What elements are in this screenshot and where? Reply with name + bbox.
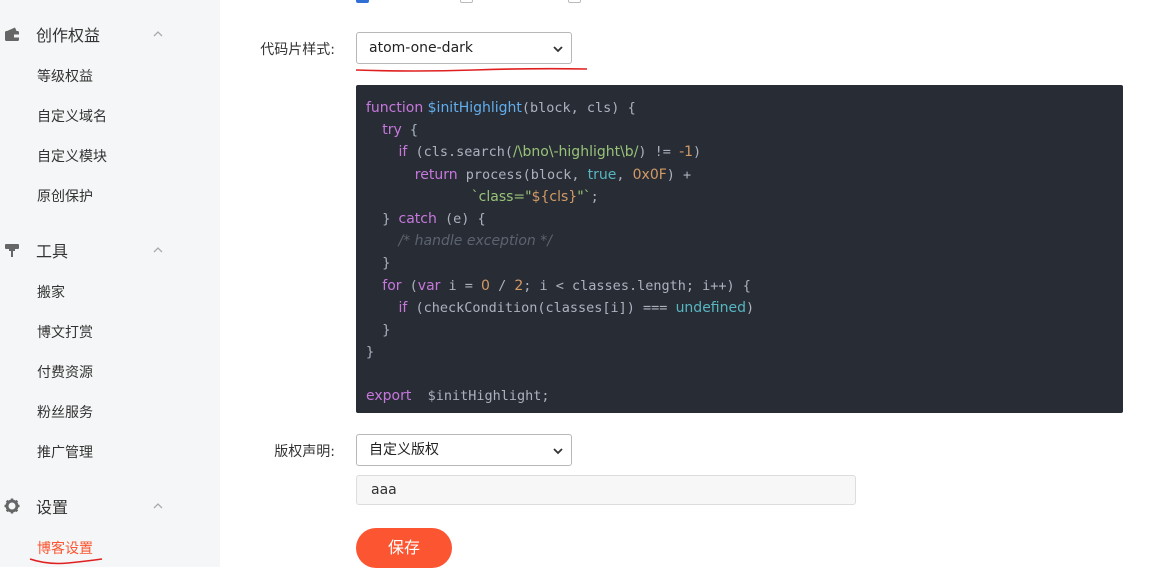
code-line: for (var i = 0 / 2; i < classes.length; …: [366, 275, 1123, 297]
code-token: }: [366, 210, 399, 227]
code-token: process(block,: [457, 166, 588, 183]
code-token: }: [366, 255, 391, 272]
tools-icon: [5, 244, 19, 257]
code-token: (cls.search(: [407, 144, 514, 161]
sidebar-group-title: 工具: [36, 242, 69, 261]
code-token: 0: [481, 277, 490, 294]
sidebar-item-fan-service[interactable]: 粉丝服务: [37, 403, 93, 423]
code-token: $initHighlight;: [411, 388, 550, 405]
code-token: ): [746, 299, 755, 316]
sidebar-group-settings[interactable]: 设置: [0, 491, 220, 521]
code-token: `class=": [471, 188, 532, 205]
save-button[interactable]: 保存: [356, 528, 452, 568]
code-line: return process(block, true, 0x0F) +: [366, 164, 1123, 186]
code-token: (: [401, 277, 418, 294]
code-token: ${cls}: [531, 188, 578, 205]
sidebar-item-paid-resources[interactable]: 付费资源: [37, 363, 93, 383]
sidebar-item-reward[interactable]: 博文打赏: [37, 323, 93, 343]
chevron-up-icon: [153, 247, 163, 253]
code-token: ;: [590, 188, 599, 205]
checkbox-partial[interactable]: [356, 0, 369, 3]
code-token: }: [366, 321, 391, 338]
code-line: function $initHighlight(block, cls) {: [366, 97, 1123, 119]
code-line: }: [366, 252, 1123, 274]
code-line: }: [366, 319, 1123, 341]
code-token: /\bno\-highlight\b/: [513, 144, 639, 161]
code-token: $initHighlight: [427, 100, 522, 116]
copyright-text-input[interactable]: aaa: [356, 475, 856, 505]
copyright-value: 自定义版权: [369, 442, 439, 458]
sidebar-item-custom-module[interactable]: 自定义模块: [37, 147, 107, 167]
sidebar-item-original-protection[interactable]: 原创保护: [37, 187, 93, 207]
code-token: "`: [577, 188, 591, 205]
chevron-up-icon: [153, 503, 163, 509]
sidebar-group-title: 创作权益: [36, 26, 101, 45]
code-token: 0x0F: [632, 166, 667, 183]
code-token: true: [587, 166, 617, 183]
wallet-icon: [5, 27, 19, 41]
code-token: ) +: [666, 166, 692, 183]
code-line: if (checkCondition(classes[i]) === undef…: [366, 297, 1123, 319]
code-token: 2: [514, 277, 524, 294]
code-token: {: [401, 122, 419, 139]
code-token: }: [366, 344, 375, 361]
sidebar-item-promotion[interactable]: 推广管理: [37, 443, 93, 463]
checkbox-partial[interactable]: [460, 0, 473, 3]
code-token: i =: [440, 277, 482, 294]
code-style-label: 代码片样式:: [260, 42, 335, 58]
sidebar-group-title: 设置: [36, 498, 69, 517]
code-token: (block, cls) {: [521, 100, 636, 116]
sidebar-group-tools[interactable]: 工具: [0, 235, 220, 265]
annotation-underline: [355, 67, 588, 72]
chevron-down-icon: [553, 46, 563, 53]
code-token: function: [366, 100, 428, 116]
code-line: }: [366, 341, 1123, 363]
code-token: ): [693, 144, 702, 161]
code-line: `class="${cls}"`;: [366, 186, 1123, 208]
code-line: export $initHighlight;: [366, 385, 1123, 407]
code-token: -1: [679, 144, 694, 161]
chevron-up-icon: [153, 31, 163, 37]
copyright-select[interactable]: 自定义版权: [356, 434, 572, 466]
code-token: (e) {: [436, 210, 486, 227]
sidebar-item-migrate[interactable]: 搬家: [37, 283, 65, 303]
sidebar-item-level-rights[interactable]: 等级权益: [37, 67, 93, 87]
code-line: try {: [366, 119, 1123, 141]
code-token: export: [366, 388, 412, 405]
code-token: (checkCondition(classes[i]) ===: [407, 299, 676, 316]
sidebar-group-creator-rights[interactable]: 创作权益: [0, 19, 220, 49]
annotation-underline: [29, 558, 103, 565]
code-preview: function $initHighlight(block, cls) { tr…: [356, 85, 1123, 413]
checkbox-partial[interactable]: [568, 0, 581, 3]
code-line: } catch (e) {: [366, 208, 1123, 230]
chevron-down-icon: [553, 448, 563, 455]
sidebar-item-custom-domain[interactable]: 自定义域名: [37, 107, 107, 127]
code-token: for: [382, 277, 402, 294]
code-token: ,: [616, 166, 633, 183]
code-line: if (cls.search(/\bno\-highlight\b/) != -…: [366, 141, 1123, 163]
code-token: catch: [398, 210, 437, 227]
code-token: try: [382, 122, 402, 139]
code-style-select[interactable]: atom-one-dark: [356, 32, 572, 64]
code-token: ) !=: [638, 144, 680, 161]
code-line: /* handle exception */: [366, 230, 1123, 252]
copyright-label: 版权声明:: [274, 444, 335, 460]
code-token: var: [417, 277, 441, 294]
code-token: undefined: [675, 299, 746, 316]
code-token: /: [489, 277, 515, 294]
sidebar: 创作权益 等级权益 自定义域名 自定义模块 原创保护 工具 搬家 博文打赏 付费…: [0, 0, 220, 567]
code-style-value: atom-one-dark: [369, 40, 474, 56]
code-token: return: [414, 166, 458, 183]
code-token: /* handle exception */: [398, 233, 552, 250]
gear-icon: [4, 498, 20, 514]
code-token: ; i < classes.length; i++) {: [523, 277, 751, 294]
